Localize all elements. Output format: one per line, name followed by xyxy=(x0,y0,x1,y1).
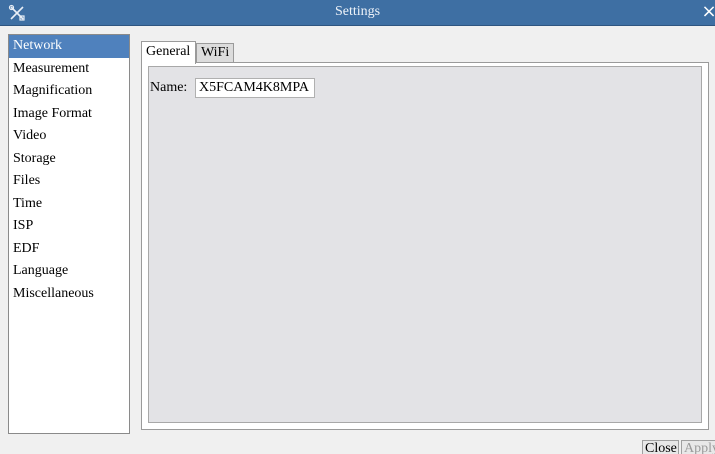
tab-panel-general xyxy=(141,62,709,430)
sidebar-item-magnification[interactable]: Magnification xyxy=(9,80,129,103)
settings-category-list: Network Measurement Magnification Image … xyxy=(8,34,130,434)
tab-general[interactable]: General xyxy=(141,41,196,64)
window-title: Settings xyxy=(334,4,381,19)
name-field[interactable] xyxy=(195,78,315,98)
sidebar-item-network[interactable]: Network xyxy=(9,35,129,58)
sidebar-item-language[interactable]: Language xyxy=(9,260,129,283)
sidebar-item-miscellaneous[interactable]: Miscellaneous xyxy=(9,283,129,306)
sidebar-item-image-format[interactable]: Image Format xyxy=(9,103,129,126)
sidebar-item-edf[interactable]: EDF xyxy=(9,238,129,261)
apply-button[interactable]: Apply xyxy=(681,440,715,454)
tab-wifi[interactable]: WiFi xyxy=(196,43,234,62)
sidebar-item-files[interactable]: Files xyxy=(9,170,129,193)
sidebar-item-time[interactable]: Time xyxy=(9,193,129,216)
sidebar-item-isp[interactable]: ISP xyxy=(9,215,129,238)
sidebar-item-storage[interactable]: Storage xyxy=(9,148,129,171)
sidebar-item-video[interactable]: Video xyxy=(9,125,129,148)
sidebar-item-measurement[interactable]: Measurement xyxy=(9,58,129,81)
title-bar: Settings × xyxy=(0,0,715,26)
close-button[interactable]: Close xyxy=(642,440,679,454)
close-icon[interactable]: × xyxy=(701,2,715,22)
name-label: Name: xyxy=(150,80,188,95)
general-settings-area xyxy=(148,66,702,423)
